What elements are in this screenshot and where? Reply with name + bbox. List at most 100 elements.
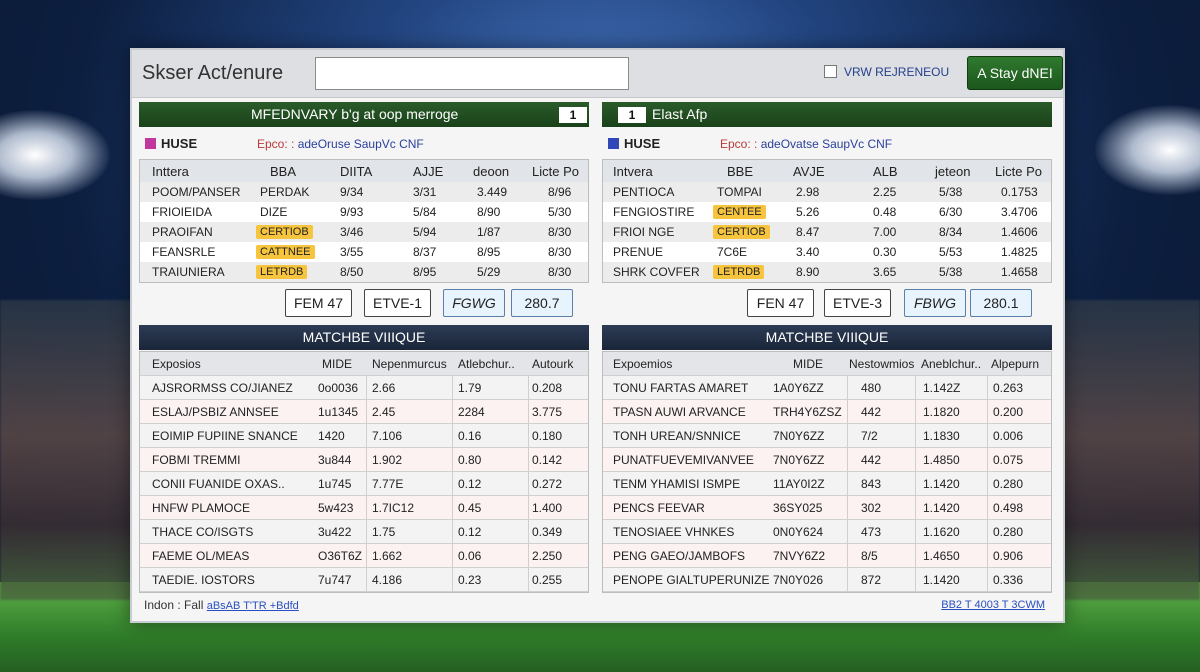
table-row[interactable]: FEANSRLE CATTNEE 3/55 8/37 8/95 8/30 [140, 242, 588, 262]
option-checkbox-label[interactable]: VRW REJRENEOU [844, 65, 949, 79]
info-link[interactable]: Epco: : adeOvatse SaupVc CNF [720, 137, 892, 151]
col-header[interactable]: Autourk [532, 357, 586, 371]
col-header[interactable]: Atlebchur.. [458, 357, 526, 371]
status-tag: CERTIOB [713, 225, 770, 239]
status-tag: CERTIOB [256, 225, 313, 239]
col-header[interactable]: ALB [873, 164, 898, 179]
table-row[interactable]: PRENUE 7C6E 3.40 0.30 5/53 1.4825 [603, 242, 1051, 262]
col-header[interactable]: MIDE [793, 357, 823, 371]
table-row[interactable]: FENGIOSTIRE CENTEE 5.26 0.48 6/30 3.4706 [603, 202, 1051, 222]
value-field[interactable]: 280.7 [511, 289, 573, 317]
cell: 7.00 [873, 225, 897, 239]
link-text[interactable]: adeOruse SaupVc CNF [298, 137, 424, 151]
col-header[interactable]: AVJE [793, 164, 825, 179]
table-row[interactable]: SHRK COVFER LETRDB 8.90 3.65 5/38 1.4658 [603, 262, 1051, 282]
table-row[interactable]: THACE CO/ISGTS 3u422 1.75 0.12 0.349 [140, 520, 588, 544]
footer-link-right[interactable]: BB2 T 4003 T 3CWM [941, 599, 1045, 611]
table-row[interactable]: PENG GAEO/JAMBOFS 7NVY6Z2 8/5 1.4650 0.906 [603, 544, 1051, 568]
cell: 3.65 [873, 265, 897, 279]
col-header[interactable]: Nepenmurcus [372, 357, 454, 371]
control-box[interactable]: FEN 47 [747, 289, 814, 317]
col-header[interactable]: BBE [727, 164, 753, 179]
table-row[interactable]: FAEME OL/MEAS O36T6Z 1.662 0.06 2.250 [140, 544, 588, 568]
col-divider [847, 544, 848, 567]
col-divider [528, 448, 529, 471]
cell: FRIOIEIDA [152, 205, 213, 219]
control-box[interactable]: ETVE-3 [824, 289, 891, 317]
col-header[interactable]: Licte Po [532, 164, 579, 179]
table-row[interactable]: PENCS FEEVAR 36SY025 302 1.1420 0.498 [603, 496, 1051, 520]
table-row[interactable]: TAEDIE. IOSTORS 7u747 4.186 0.23 0.255 [140, 568, 588, 592]
table-row[interactable]: PUNATFUEVEMIVANVEE 7N0Y6ZZ 442 1.4850 0.075 [603, 448, 1051, 472]
control-button[interactable]: FBWG [904, 289, 966, 317]
link-text[interactable]: adeOvatse SaupVc CNF [761, 137, 892, 151]
col-header[interactable]: DIITA [340, 164, 372, 179]
col-header[interactable]: Aneblchur.. [921, 357, 989, 371]
col-header[interactable]: MIDE [322, 357, 352, 371]
cell: 7C6E [717, 245, 748, 259]
table-row[interactable]: AJSRORMSS CO/JIANEZ 0o0036 2.66 1.79 0.208 [140, 376, 588, 400]
info-link[interactable]: Epco: : adeOruse SaupVc CNF [257, 137, 424, 151]
cell: 9/93 [340, 205, 364, 219]
table-row[interactable]: TPASN AUWI ARVANCE TRH4Y6ZSZ 442 1.1820 0.20… [603, 400, 1051, 424]
col-divider [528, 424, 529, 447]
col-header[interactable]: Expoemios [613, 357, 672, 371]
col-header[interactable]: Licte Po [995, 164, 1042, 179]
table-row[interactable]: TONU FARTAS AMARET 1A0Y6ZZ 480 1.142Z 0.263 [603, 376, 1051, 400]
col-divider [987, 376, 988, 399]
table-row[interactable]: TRAIUNIERA LETRDB 8/50 8/95 5/29 8/30 [140, 262, 588, 282]
col-header[interactable]: jeteon [935, 164, 970, 179]
col-divider [528, 496, 529, 519]
col-header[interactable]: AJJE [413, 164, 443, 179]
cell: 0.48 [873, 205, 897, 219]
table-row[interactable]: HNFW PLAMOCE 5w423 1.7IC12 0.45 1.400 [140, 496, 588, 520]
col-header[interactable]: Nestowmios [849, 357, 919, 371]
cell: 0o0036 [318, 381, 359, 395]
table-row[interactable]: PRAOIFAN CERTIOB 3/46 5/94 1/87 8/30 [140, 222, 588, 242]
table-row[interactable]: CONII FUANIDE OXAS.. 1u745 7.77E 0.12 0.272 [140, 472, 588, 496]
table-row[interactable]: FRIOIEIDA DIZE 9/93 5/84 8/90 5/30 [140, 202, 588, 222]
col-header[interactable]: Inttera [152, 164, 189, 179]
col-header[interactable]: Exposios [152, 357, 201, 371]
col-header[interactable]: deoon [473, 164, 509, 179]
value-field[interactable]: 280.1 [970, 289, 1032, 317]
cell: EOIMIP FUPIINE SNANCE [152, 429, 298, 443]
control-box[interactable]: FEM 47 [285, 289, 352, 317]
cell: 8/90 [477, 205, 501, 219]
table-row[interactable]: POOM/PANSER PERDAK 9/34 3/31 3.449 8/96 [140, 182, 588, 202]
table-row[interactable]: EOIMIP FUPIINE SNANCE 1420 7.106 0.16 0.180 [140, 424, 588, 448]
col-divider [528, 520, 529, 543]
col-header[interactable]: Alpepurn [991, 357, 1047, 371]
table-row[interactable]: FOBMI TREMMI 3u844 1.902 0.80 0.142 [140, 448, 588, 472]
cell: FEANSRLE [152, 245, 216, 259]
cell: 3.40 [796, 245, 820, 259]
col-header[interactable]: BBA [270, 164, 296, 179]
control-box[interactable]: ETVE-1 [364, 289, 431, 317]
cell: 3/46 [340, 225, 364, 239]
cell: 1.4658 [1001, 265, 1038, 279]
col-header[interactable]: Intvera [613, 164, 653, 179]
cell: 7N0Y6ZZ [773, 429, 825, 443]
table-row[interactable]: TONH UREAN/SNNICE 7N0Y6ZZ 7/2 1.1830 0.006 [603, 424, 1051, 448]
title-bar: Skser Act/enure VRW REJRENEOU A Stay dNE… [132, 50, 1063, 98]
search-input[interactable] [315, 57, 629, 90]
table-row[interactable]: TENM YHAMISI ISMPE 11AY0I2Z 843 1.1420 0.280 [603, 472, 1051, 496]
col-divider [915, 568, 916, 591]
cell: 3u422 [318, 525, 352, 539]
control-button[interactable]: FGWG [443, 289, 505, 317]
col-divider [452, 400, 453, 423]
table-row[interactable]: PENTIOCA TOMPAI 2.98 2.25 5/38 0.1753 [603, 182, 1051, 202]
table-row[interactable]: FRIOI NGE CERTIOB 8.47 7.00 8/34 1.4606 [603, 222, 1051, 242]
cell: FRIOI NGE [613, 225, 675, 239]
stay-button[interactable]: A Stay dNEI [967, 56, 1063, 90]
table-row[interactable]: ESLAJ/PSBIZ ANNSEE 1u1345 2.45 2284 3.775 [140, 400, 588, 424]
table-row[interactable]: TENOSIAEE VHNKES 0N0Y624 473 1.1620 0.280 [603, 520, 1051, 544]
col-divider [366, 424, 367, 447]
cell: 2.98 [796, 185, 820, 199]
footer-link-left[interactable]: aBsAB T'TR +Bdfd [207, 600, 299, 612]
cell: 1.1820 [923, 405, 960, 419]
option-checkbox[interactable] [824, 65, 837, 78]
section-title: MATCHBE VIIIQUE [139, 325, 589, 350]
table-row[interactable]: PENOPE GIALTUPERUNIZE 7N0Y026 872 1.1420 0.3… [603, 568, 1051, 592]
col-divider [847, 448, 848, 471]
